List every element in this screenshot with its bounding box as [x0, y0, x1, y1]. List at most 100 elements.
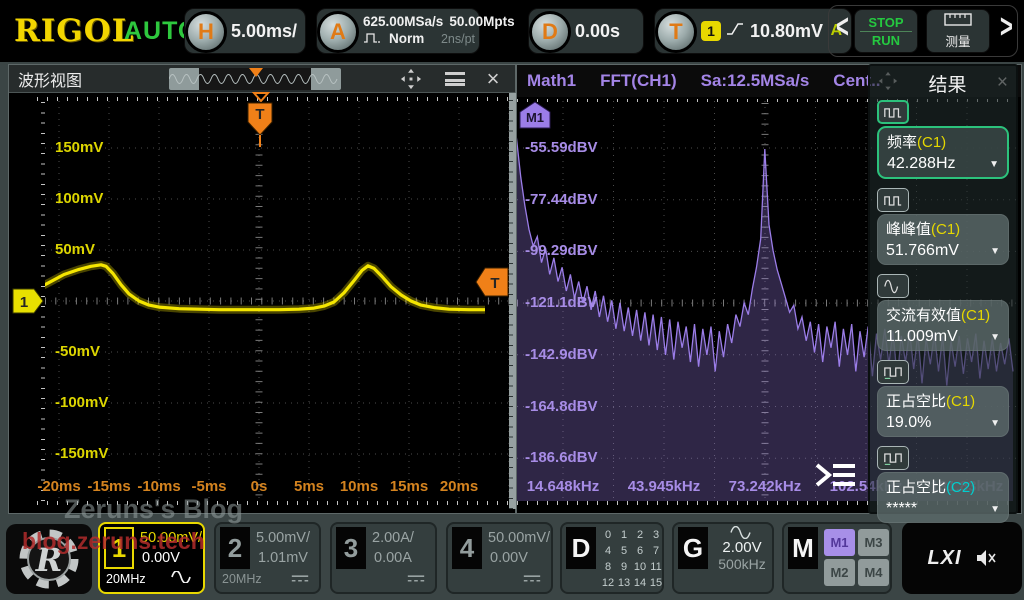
bandwidth-limit-label: 20MHz	[106, 572, 146, 586]
rigol-logo: RIGOL	[14, 13, 135, 49]
lxi-status-tile[interactable]: LXI	[902, 522, 1022, 594]
math-slot-grid: M1M3M2M4	[824, 529, 889, 586]
measurement-card[interactable]: 交流有效值(C1)11.009mV▼	[877, 274, 1009, 351]
digital-channel-6[interactable]: 6	[632, 543, 648, 559]
trigger-position-marker[interactable]: T	[247, 102, 273, 148]
panel-menu-icon[interactable]	[443, 68, 467, 90]
channel-1-card[interactable]: 150.00mV/0.00V20MHz	[98, 522, 205, 594]
channel-2-card[interactable]: 25.00mV/1.01mV20MHz	[214, 522, 321, 594]
math1-position-marker[interactable]: M1	[519, 101, 551, 129]
oscilloscope-screen: RIGOL AUTO H 5.00ms/ A 625.00MSa/s 50.00…	[0, 0, 1024, 600]
measurement-card[interactable]: 峰峰值(C1)51.766mV▼	[877, 188, 1009, 265]
measurement-card[interactable]: 正占空比(C1)19.0%▼	[877, 360, 1009, 437]
results-close-icon[interactable]: ×	[997, 72, 1008, 94]
measurement-body[interactable]: 交流有效值(C1)11.009mV▼	[877, 300, 1009, 351]
rigol-gear-logo[interactable]: R	[6, 524, 92, 594]
preview-trigger-marker[interactable]	[249, 68, 263, 77]
trigger-level-marker[interactable]: T	[475, 267, 509, 297]
measurement-source: (C1)	[931, 221, 960, 238]
ac-coupling-icon	[170, 570, 194, 588]
dropdown-arrow-icon[interactable]: ▼	[990, 504, 1000, 515]
fft-operation-label: FFT(CH1)	[600, 71, 676, 91]
generator-frequency: 500kHz	[718, 556, 765, 572]
measurement-body[interactable]: 峰峰值(C1)51.766mV▼	[877, 214, 1009, 265]
digital-channel-0[interactable]: 0	[600, 527, 616, 543]
measurement-body[interactable]: 正占空比(C1)19.0%▼	[877, 386, 1009, 437]
digital-channel-15[interactable]: 15	[648, 575, 664, 591]
move-window-icon[interactable]	[878, 71, 898, 96]
measure-button[interactable]: 测量	[926, 9, 990, 53]
trigger-position-ruler-marker[interactable]	[252, 92, 270, 102]
digital-channel-11[interactable]: 11	[648, 559, 664, 575]
run-stop-button[interactable]: STOP RUN	[854, 9, 918, 53]
bandwidth-limit-label: 20MHz	[222, 572, 262, 586]
math-slot-m1[interactable]: M1	[824, 529, 855, 556]
digital-channel-13[interactable]: 13	[616, 575, 632, 591]
math-slot-m4[interactable]: M4	[858, 559, 889, 586]
dropdown-arrow-icon[interactable]: ▼	[990, 246, 1000, 257]
channel-3-card[interactable]: 32.00A/0.00A	[330, 522, 437, 594]
generator-card[interactable]: G 2.00V 500kHz	[672, 522, 774, 594]
digital-channel-5[interactable]: 5	[616, 543, 632, 559]
delay-settings-group[interactable]: D 0.00s	[528, 8, 644, 54]
digital-channel-7[interactable]: 7	[648, 543, 664, 559]
measurement-card[interactable]: 正占空比(C2)*****▼	[877, 446, 1009, 523]
measurement-name: 正占空比	[886, 393, 946, 410]
memory-preview-scrollbar[interactable]	[169, 68, 341, 90]
measurement-source: (C1)	[917, 134, 946, 151]
measurement-body[interactable]: 正占空比(C2)*****▼	[877, 472, 1009, 523]
acquire-knob[interactable]: A	[317, 11, 359, 53]
memory-depth-value: 50.00Mpts	[449, 14, 514, 31]
measurement-value-row: *****▼	[886, 500, 1000, 518]
fft-sample-rate-label: Sa:12.5MSa/s	[701, 71, 810, 91]
measurement-card[interactable]: 频率(C1)42.288Hz▼	[877, 100, 1009, 179]
nav-right-arrow[interactable]: >	[1000, 8, 1013, 47]
panel-close-icon[interactable]: ×	[481, 68, 505, 90]
digital-channel-2[interactable]: 2	[632, 527, 648, 543]
digital-channels-card[interactable]: D 0123456789101112131415	[560, 522, 664, 594]
channel-4-card[interactable]: 450.00mV/0.00V	[446, 522, 553, 594]
measurement-body[interactable]: 频率(C1)42.288Hz▼	[877, 126, 1009, 179]
channel-number: 4	[452, 527, 482, 569]
math-card[interactable]: M M1M3M2M4	[782, 522, 892, 594]
acquire-settings-group[interactable]: A 625.00MSa/s 50.00Mpts Norm 2ns/pt	[316, 8, 480, 54]
speaker-muted-icon[interactable]	[975, 548, 997, 568]
channel-offset: 1.01mV	[258, 550, 308, 566]
move-window-icon[interactable]	[399, 68, 423, 90]
horizontal-knob[interactable]: H	[185, 11, 227, 53]
measurement-value-row: 11.009mV▼	[886, 328, 1000, 346]
horizontal-settings-group[interactable]: H 5.00ms/	[184, 8, 306, 54]
digital-channel-3[interactable]: 3	[648, 527, 664, 543]
channel1-position-marker[interactable]: 1	[12, 288, 44, 314]
svg-text:1: 1	[20, 294, 28, 311]
digital-channel-8[interactable]: 8	[600, 559, 616, 575]
results-header[interactable]: 结果 ×	[870, 66, 1016, 100]
math-slot-m2[interactable]: M2	[824, 559, 855, 586]
digital-channel-1[interactable]: 1	[616, 527, 632, 543]
digital-channel-9[interactable]: 9	[616, 559, 632, 575]
rising-edge-icon	[726, 21, 745, 42]
sample-resolution-value: 2ns/pt	[441, 32, 475, 48]
measurement-source: (C1)	[946, 393, 975, 410]
digital-channel-14[interactable]: 14	[632, 575, 648, 591]
trigger-knob[interactable]: T	[655, 11, 697, 53]
digital-label: D	[566, 527, 596, 569]
nav-left-arrow[interactable]: <	[836, 8, 849, 47]
dropdown-arrow-icon[interactable]: ▼	[989, 159, 999, 170]
digital-channel-4[interactable]: 4	[600, 543, 616, 559]
digital-channel-12[interactable]: 12	[600, 575, 616, 591]
dropdown-arrow-icon[interactable]: ▼	[990, 332, 1000, 343]
measurement-source: (C1)	[961, 307, 990, 324]
stop-label: STOP	[860, 15, 911, 32]
digital-grid: 0123456789101112131415	[600, 527, 664, 591]
measurement-value-row: 42.288Hz▼	[887, 155, 999, 173]
svg-text:M1: M1	[526, 110, 544, 125]
expand-menu-icon[interactable]	[811, 459, 857, 491]
digital-channel-10[interactable]: 10	[632, 559, 648, 575]
trigger-level-value: 10.80mV	[750, 21, 823, 42]
delay-knob[interactable]: D	[529, 11, 571, 53]
trigger-settings-group[interactable]: T 1 10.80mV A	[654, 8, 852, 54]
dropdown-arrow-icon[interactable]: ▼	[990, 418, 1000, 429]
math-slot-m3[interactable]: M3	[858, 529, 889, 556]
dc-coupling-icon	[406, 570, 426, 588]
